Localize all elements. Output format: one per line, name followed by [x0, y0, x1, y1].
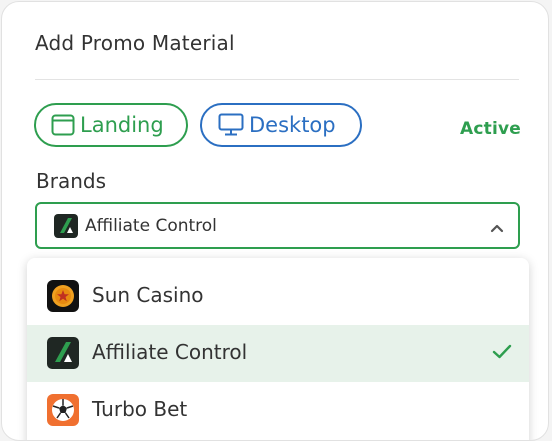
- status-badge: Active: [460, 119, 521, 139]
- dropdown-option-label: Sun Casino: [92, 283, 204, 307]
- brands-label: Brands: [36, 169, 106, 193]
- tag-landing-label: Landing: [80, 113, 164, 137]
- turbo-bet-logo-icon: [47, 394, 79, 426]
- dropdown-option-affiliate-control[interactable]: Affiliate Control: [27, 325, 529, 382]
- dropdown-option-label: Affiliate Control: [92, 340, 248, 364]
- add-promo-material-panel: Add Promo Material Landing Desktop Activ…: [1, 1, 549, 441]
- dropdown-option-label: Turbo Bet: [92, 397, 188, 421]
- tag-desktop[interactable]: Desktop: [200, 103, 362, 147]
- chevron-up-icon[interactable]: [490, 218, 504, 237]
- dropdown-option-sun-casino[interactable]: Sun Casino: [27, 268, 529, 325]
- tag-desktop-label: Desktop: [249, 113, 336, 137]
- brands-select[interactable]: Affiliate Control: [35, 202, 520, 249]
- affiliate-control-logo-icon: [47, 337, 79, 369]
- tag-landing[interactable]: Landing: [34, 103, 188, 147]
- monitor-icon: [218, 113, 244, 137]
- panel-title: Add Promo Material: [35, 31, 235, 55]
- divider: [35, 79, 519, 80]
- brands-dropdown-menu: Sun Casino Affiliate Control Turbo Bet: [27, 258, 529, 440]
- browser-window-icon: [51, 114, 75, 136]
- brands-select-value: Affiliate Control: [85, 216, 217, 236]
- dropdown-option-turbo-bet[interactable]: Turbo Bet: [27, 382, 529, 439]
- sun-casino-logo-icon: [47, 280, 79, 312]
- check-icon: [492, 344, 512, 364]
- affiliate-control-logo-icon: [54, 214, 78, 242]
